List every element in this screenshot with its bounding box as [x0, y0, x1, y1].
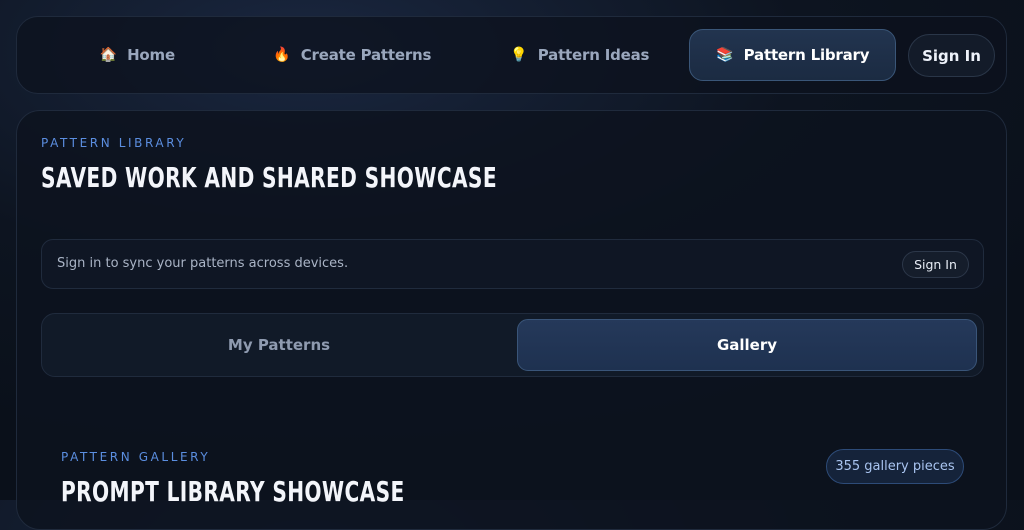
library-eyebrow: PATTERN LIBRARY [41, 136, 187, 150]
nav-pattern-ideas[interactable]: 💡 Pattern Ideas [482, 29, 677, 81]
library-title: SAVED WORK AND SHARED SHOWCASE [41, 161, 497, 194]
nav-create-patterns-label: Create Patterns [300, 46, 432, 64]
top-navigation: 🏠 Home 🔥 Create Patterns 💡 Pattern Ideas… [16, 16, 1007, 94]
sync-banner: Sign in to sync your patterns across dev… [41, 239, 984, 289]
tab-gallery[interactable]: Gallery [517, 319, 977, 371]
sign-in-button[interactable]: Sign In [908, 34, 995, 77]
nav-home[interactable]: 🏠 Home [57, 29, 217, 81]
nav-home-label: Home [127, 46, 175, 64]
sync-sign-in-button[interactable]: Sign In [902, 251, 969, 278]
lightbulb-icon: 💡 [510, 47, 528, 63]
nav-create-patterns[interactable]: 🔥 Create Patterns [257, 29, 447, 81]
gallery-title: PROMPT LIBRARY SHOWCASE [61, 475, 405, 508]
sync-message: Sign in to sync your patterns across dev… [57, 256, 349, 271]
fire-icon: 🔥 [273, 47, 291, 63]
tab-my-patterns[interactable]: My Patterns [46, 319, 512, 371]
library-panel: PATTERN LIBRARY SAVED WORK AND SHARED SH… [16, 110, 1007, 530]
books-icon: 📚 [716, 47, 734, 63]
gallery-eyebrow: PATTERN GALLERY [61, 450, 211, 464]
gallery-count-badge: 355 gallery pieces [826, 449, 964, 484]
nav-pattern-library-label: Pattern Library [743, 46, 870, 64]
nav-pattern-library[interactable]: 📚 Pattern Library [689, 29, 896, 81]
library-tabs: My Patterns Gallery [41, 313, 984, 377]
nav-pattern-ideas-label: Pattern Ideas [537, 46, 650, 64]
house-icon: 🏠 [99, 47, 117, 63]
